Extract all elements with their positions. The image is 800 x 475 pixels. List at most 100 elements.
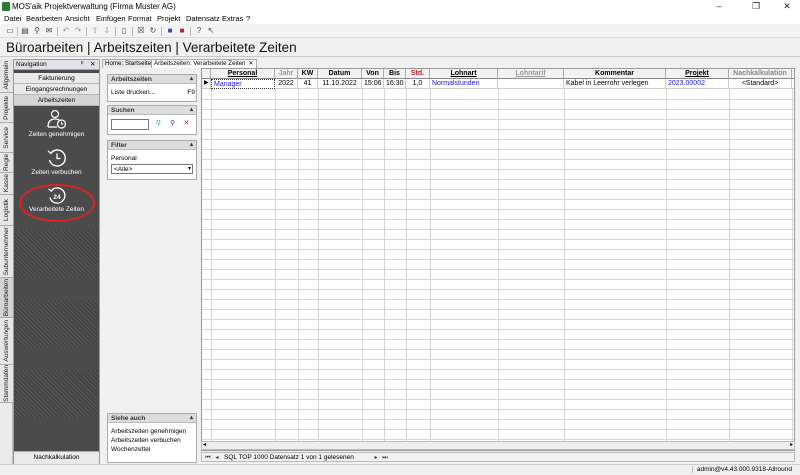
search-icon[interactable]: ⚲ [153,119,164,130]
row-selector-icon[interactable]: ▶ [202,79,211,89]
menu-datei[interactable]: Datei [4,14,22,23]
cell-projekt[interactable]: 2023.00002 [666,79,729,89]
tab-startseite[interactable]: Home: Startseite [102,59,155,68]
col-bis[interactable]: Bis [384,69,406,79]
cell-e[interactable]: E [792,79,794,89]
row-selector-header [202,69,211,79]
cell-std[interactable]: 1,0 [406,79,430,89]
refresh-icon[interactable]: ↻ [148,26,158,36]
menu-help[interactable]: ? [246,14,250,23]
vtab-projekte[interactable]: Projekte [0,93,13,123]
cell-personal[interactable]: Manager [211,79,275,89]
previous-record-icon[interactable]: ◂ [213,454,221,462]
redo-icon[interactable]: ↷ [73,26,83,36]
nav-button-arbeitszeiten[interactable]: Arbeitszeiten [14,95,99,106]
minimize-button[interactable]: – [708,0,730,13]
menu-bearbeiten[interactable]: Bearbeiten [26,14,62,23]
col-lohnart[interactable]: Lohnart [430,69,498,79]
vtab-bueroarbeiten[interactable]: Büroarbeiten [0,278,13,318]
col-von[interactable]: Von [362,69,384,79]
scroll-left-icon[interactable]: ◂ [203,441,206,448]
vtab-stammdaten[interactable]: Stammdaten [0,365,13,403]
horizontal-scrollbar[interactable]: ◂ ▸ [201,441,795,450]
delete-icon[interactable]: ☒ [136,26,146,36]
col-lohntarif[interactable]: Lohntarif [498,69,564,79]
menu-format[interactable]: Format [128,14,152,23]
search-input[interactable] [111,119,149,130]
nav-item-zeiten-verbuchen[interactable]: Zeiten verbuchen [14,148,99,182]
cell-bis[interactable]: 16:30 [384,79,406,89]
vtab-allgemein[interactable]: Allgemein [0,59,13,93]
scroll-right-icon[interactable]: ▸ [790,441,793,448]
link-arbeitszeiten-genehmigen[interactable]: Arbeitszeiten genehmigen [111,428,186,435]
menu-datensatz[interactable]: Datensatz [186,14,220,23]
col-personal[interactable]: Personal [211,69,275,79]
mail-icon[interactable]: ✉ [44,26,54,36]
cell-nachkalkulation[interactable]: <Standard> [729,79,792,89]
user-icon[interactable]: ■ [165,26,175,36]
pin-icon[interactable]: ᵖ [81,60,83,67]
collapse-icon[interactable]: ▴ [190,75,193,84]
cell-jahr[interactable]: 2022 [275,79,298,89]
context-help-icon[interactable]: ↖ [206,26,216,36]
vtab-service[interactable]: Service [0,123,13,153]
nav-background-pattern [14,230,99,278]
personal-select[interactable]: <Alle> ▾ [111,164,193,174]
print-preview-icon[interactable]: ⚲ [32,26,42,36]
print-icon[interactable]: ▤ [20,26,30,36]
save-icon[interactable]: ▭ [5,26,15,36]
nav-footer-nachkalkulation[interactable]: Nachkalkulation [14,451,99,464]
col-std[interactable]: Std. [406,69,430,79]
nav-button-eingangsrechnungen[interactable]: Eingangsrechnungen [14,84,99,95]
help-icon[interactable]: ? [194,26,204,36]
col-kommentar[interactable]: Kommentar [564,69,666,79]
vtab-subunternehmer[interactable]: Subunternehmer [0,226,13,278]
maximize-button[interactable]: ❐ [745,0,767,13]
vtab-auswertungen[interactable]: Auswertungen [0,318,13,365]
cell-lohnart[interactable]: Normalstunden [430,79,498,89]
arrow-up-icon[interactable]: ⇧ [90,26,100,36]
close-tab-icon[interactable]: ✕ [248,60,253,68]
close-icon[interactable]: ✕ [90,60,95,68]
cell-lohntarif[interactable] [498,79,564,89]
collapse-icon[interactable]: ▴ [190,414,193,423]
nav-button-fakturierung[interactable]: Fakturierung [14,73,99,84]
first-record-icon[interactable]: ⏮ [204,454,212,462]
col-e[interactable] [792,69,794,79]
cell-kommentar[interactable]: Kabel in Leerrohr verlegen [564,79,666,89]
document-icon[interactable]: ▯ [119,26,129,36]
col-jahr[interactable]: Jahr [275,69,298,79]
vtab-regie[interactable]: Regie [0,153,13,173]
col-datum[interactable]: Datum [318,69,362,79]
menu-einfuegen[interactable]: Einfügen [96,14,126,23]
last-record-icon[interactable]: ⏭ [381,454,389,462]
vtab-logistik[interactable]: Logistik [0,195,13,226]
toolbar-separator [161,27,162,36]
next-record-icon[interactable]: ▸ [372,454,380,462]
lock-icon[interactable]: ■ [177,26,187,36]
cell-kw[interactable]: 41 [298,79,318,89]
filter-personal-label: Personal [111,155,137,162]
clear-search-icon[interactable]: ✕ [181,119,192,130]
advanced-search-icon[interactable]: ⚲ [167,119,178,130]
menu-ansicht[interactable]: Ansicht [65,14,90,23]
table-row[interactable]: ▶ Manager 2022 41 11.10.2022 15:06 16:30… [202,79,794,89]
menu-extras[interactable]: Extras [222,14,243,23]
print-list-link[interactable]: Liste drucken... F9 [111,89,195,96]
menu-projekt[interactable]: Projekt [157,14,180,23]
col-nachkalkulation[interactable]: Nachkalkulation [729,69,792,79]
close-window-button[interactable]: ✕ [776,0,798,13]
collapse-icon[interactable]: ▴ [190,106,193,115]
vtab-kasse[interactable]: Kasse [0,173,13,195]
arrow-down-icon[interactable]: ⇩ [102,26,112,36]
col-kw[interactable]: KW [298,69,318,79]
collapse-icon[interactable]: ▴ [190,141,193,150]
col-projekt[interactable]: Projekt [666,69,729,79]
cell-datum[interactable]: 11.10.2022 [318,79,362,89]
cell-von[interactable]: 15:06 [362,79,384,89]
undo-icon[interactable]: ↶ [61,26,71,36]
link-wochenzettel[interactable]: Wochenzettel [111,446,150,453]
nav-item-zeiten-genehmigen[interactable]: Zeiten genehmigen [14,107,99,143]
tab-verarbeitete-zeiten[interactable]: Arbeitszeiten: Verarbeitete Zeiten ✕ [151,59,257,68]
link-arbeitszeiten-verbuchen[interactable]: Arbeitszeiten verbuchen [111,437,181,444]
